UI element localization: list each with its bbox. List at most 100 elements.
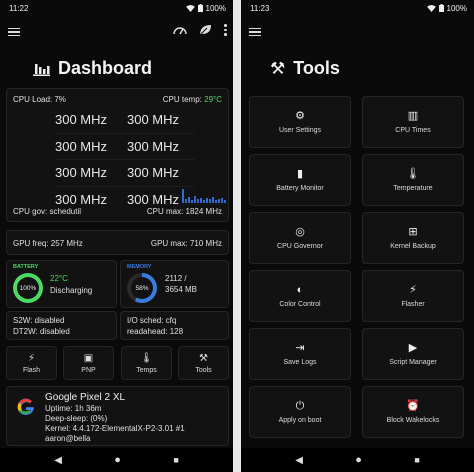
- gears-icon: ⚙: [295, 109, 305, 122]
- menu-icon[interactable]: [8, 27, 20, 37]
- gpu-freq: GPU freq: 257 MHz: [13, 239, 83, 248]
- tools-icon: ⚒: [199, 352, 208, 364]
- back-icon[interactable]: ◀: [295, 455, 303, 466]
- kernel-version: Kernel: 4.4.172-ElementalX-P2-3.01 #1: [45, 424, 185, 433]
- pnp-button[interactable]: ▣ PNP: [63, 346, 114, 380]
- io-scheduler: I/O sched: cfq: [127, 316, 177, 325]
- battery-icon: [197, 4, 203, 12]
- cpu-max: CPU max: 1824 MHz: [146, 207, 222, 216]
- chip-icon: ▣: [83, 352, 94, 364]
- cpu-load: CPU Load: 7%: [13, 95, 66, 104]
- wifi-icon: [185, 4, 195, 12]
- status-time: 11:22: [9, 3, 29, 13]
- memory-label: MEMORY: [127, 264, 152, 270]
- tools-screen: 11:23 100% ⚒ Tools ⚙ User Settings ▥ CPU T…: [241, 0, 474, 472]
- deep-sleep: Deep-sleep: (0%): [45, 414, 108, 423]
- home-icon[interactable]: ●: [114, 454, 121, 466]
- google-logo-icon: [17, 398, 34, 415]
- battery-percent: 100%: [205, 3, 226, 13]
- memory-total: 3654 MB: [165, 285, 198, 294]
- temps-button[interactable]: 🌡 Temps: [121, 346, 172, 380]
- tools-button[interactable]: ⚒ Tools: [178, 346, 229, 380]
- build-user: aaron@bella: [45, 434, 91, 443]
- gpu-card: GPU freq: 257 MHz GPU max: 710 MHz: [6, 230, 229, 255]
- page-title-text: Dashboard: [58, 58, 153, 78]
- cpu-load-graph: [182, 185, 226, 203]
- battery-icon: ▮: [296, 167, 304, 180]
- flash-icon: ⚡: [409, 283, 417, 296]
- chip-icon: ◎: [295, 225, 305, 238]
- thermometer-icon: 🌡: [140, 352, 153, 364]
- speedometer-icon[interactable]: [173, 24, 187, 36]
- battery-icon: [438, 4, 444, 12]
- io-card: I/O sched: cfq readahead: 128: [120, 311, 229, 340]
- tool-color-control[interactable]: ◐ Color Control: [249, 270, 351, 322]
- wifi-icon: [426, 4, 436, 12]
- status-time: 11:23: [250, 3, 270, 13]
- cpu-core-frequencies: 300 MHz 300 MHz 300 MHz 300 MHz 300 MHz 300…: [55, 107, 195, 213]
- recents-icon[interactable]: ■: [414, 455, 419, 465]
- login-arrow-icon: ⇥: [295, 341, 305, 354]
- uptime: Uptime: 1h 36m: [45, 404, 102, 413]
- battery-card[interactable]: BATTERY 100% 22°C Discharging: [6, 260, 117, 308]
- s2w-status: S2W: disabled: [13, 316, 65, 325]
- alarm-clock-icon: ⏰: [406, 399, 420, 412]
- tool-script-manager[interactable]: ▶ Script Manager: [362, 328, 464, 380]
- dt2w-status: DT2W: disabled: [13, 327, 70, 336]
- menu-icon[interactable]: [249, 27, 261, 37]
- cpu-temp: CPU temp: 29°C: [162, 95, 222, 104]
- status-bar: 11:23 100%: [241, 0, 474, 16]
- battery-percent-value: 100%: [17, 277, 39, 299]
- tool-user-settings[interactable]: ⚙ User Settings: [249, 96, 351, 148]
- back-icon[interactable]: ◀: [54, 455, 62, 466]
- memory-card[interactable]: MEMORY 58% 2112 / 3654 MB: [120, 260, 229, 308]
- readahead: readahead: 128: [127, 327, 184, 336]
- gpu-max: GPU max: 710 MHz: [150, 239, 222, 248]
- cpu-card: CPU Load: 7% CPU temp: 29°C 300 MHz 300 M…: [6, 88, 229, 222]
- page-title: Dashboard: [33, 58, 152, 79]
- battery-percent: 100%: [446, 3, 467, 13]
- cpu-temp-value: 29°C: [204, 95, 222, 104]
- tool-save-logs[interactable]: ⇥ Save Logs: [249, 328, 351, 380]
- app-bar: [241, 16, 474, 48]
- navigation-bar: ◀ ● ■: [0, 448, 233, 472]
- freq-row: 300 MHz 300 MHz: [55, 160, 195, 187]
- device-card: Google Pixel 2 XL Uptime: 1h 36m Deep-sl…: [6, 386, 229, 446]
- dashboard-screen: 11:22 100% Dashboard CPU Load: 7% CPU te…: [0, 0, 233, 472]
- tool-flasher[interactable]: ⚡ Flasher: [362, 270, 464, 322]
- battery-label: BATTERY: [13, 264, 39, 270]
- freq-row: 300 MHz 300 MHz: [55, 134, 195, 160]
- battery-temp: 22°C: [50, 274, 68, 283]
- bar-chart-icon: ▥: [407, 109, 419, 122]
- wake-gestures-card: S2W: disabled DT2W: disabled: [6, 311, 117, 340]
- tool-apply-on-boot[interactable]: ⏻ Apply on boot: [249, 386, 351, 438]
- memory-used: 2112 /: [165, 274, 187, 283]
- memory-ring: 58%: [127, 273, 157, 303]
- tool-battery-monitor[interactable]: ▮ Battery Monitor: [249, 154, 351, 206]
- leaf-icon[interactable]: [199, 24, 212, 36]
- tool-temperature[interactable]: 🌡 Temperature: [362, 154, 464, 206]
- freq-row: 300 MHz 300 MHz: [55, 107, 195, 134]
- play-icon: ▶: [408, 341, 418, 354]
- flash-icon: ⚡: [27, 352, 36, 364]
- battery-state: Discharging: [50, 286, 93, 295]
- cpu-governor: CPU gov: schedutil: [13, 207, 82, 216]
- status-bar: 11:22 100%: [0, 0, 233, 16]
- tools-icon: ⚒: [270, 58, 286, 78]
- bar-chart-icon: [33, 63, 50, 76]
- app-bar: [0, 16, 233, 48]
- flash-button[interactable]: ⚡ Flash: [6, 346, 57, 380]
- palette-icon: ◐: [296, 283, 304, 296]
- tool-block-wakelocks[interactable]: ⏰ Block Wakelocks: [362, 386, 464, 438]
- tool-kernel-backup[interactable]: ⊞ Kernel Backup: [362, 212, 464, 264]
- tool-cpu-governor[interactable]: ◎ CPU Governor: [249, 212, 351, 264]
- power-icon: ⏻: [295, 399, 305, 412]
- memory-percent-value: 58%: [131, 277, 153, 299]
- tool-cpu-times[interactable]: ▥ CPU Times: [362, 96, 464, 148]
- navigation-bar: ◀ ● ■: [241, 448, 474, 472]
- thermometer-icon: 🌡: [406, 167, 420, 180]
- home-icon[interactable]: ●: [355, 454, 362, 466]
- recents-icon[interactable]: ■: [173, 455, 178, 465]
- page-title: ⚒ Tools: [270, 58, 340, 79]
- overflow-menu-icon[interactable]: [224, 24, 227, 36]
